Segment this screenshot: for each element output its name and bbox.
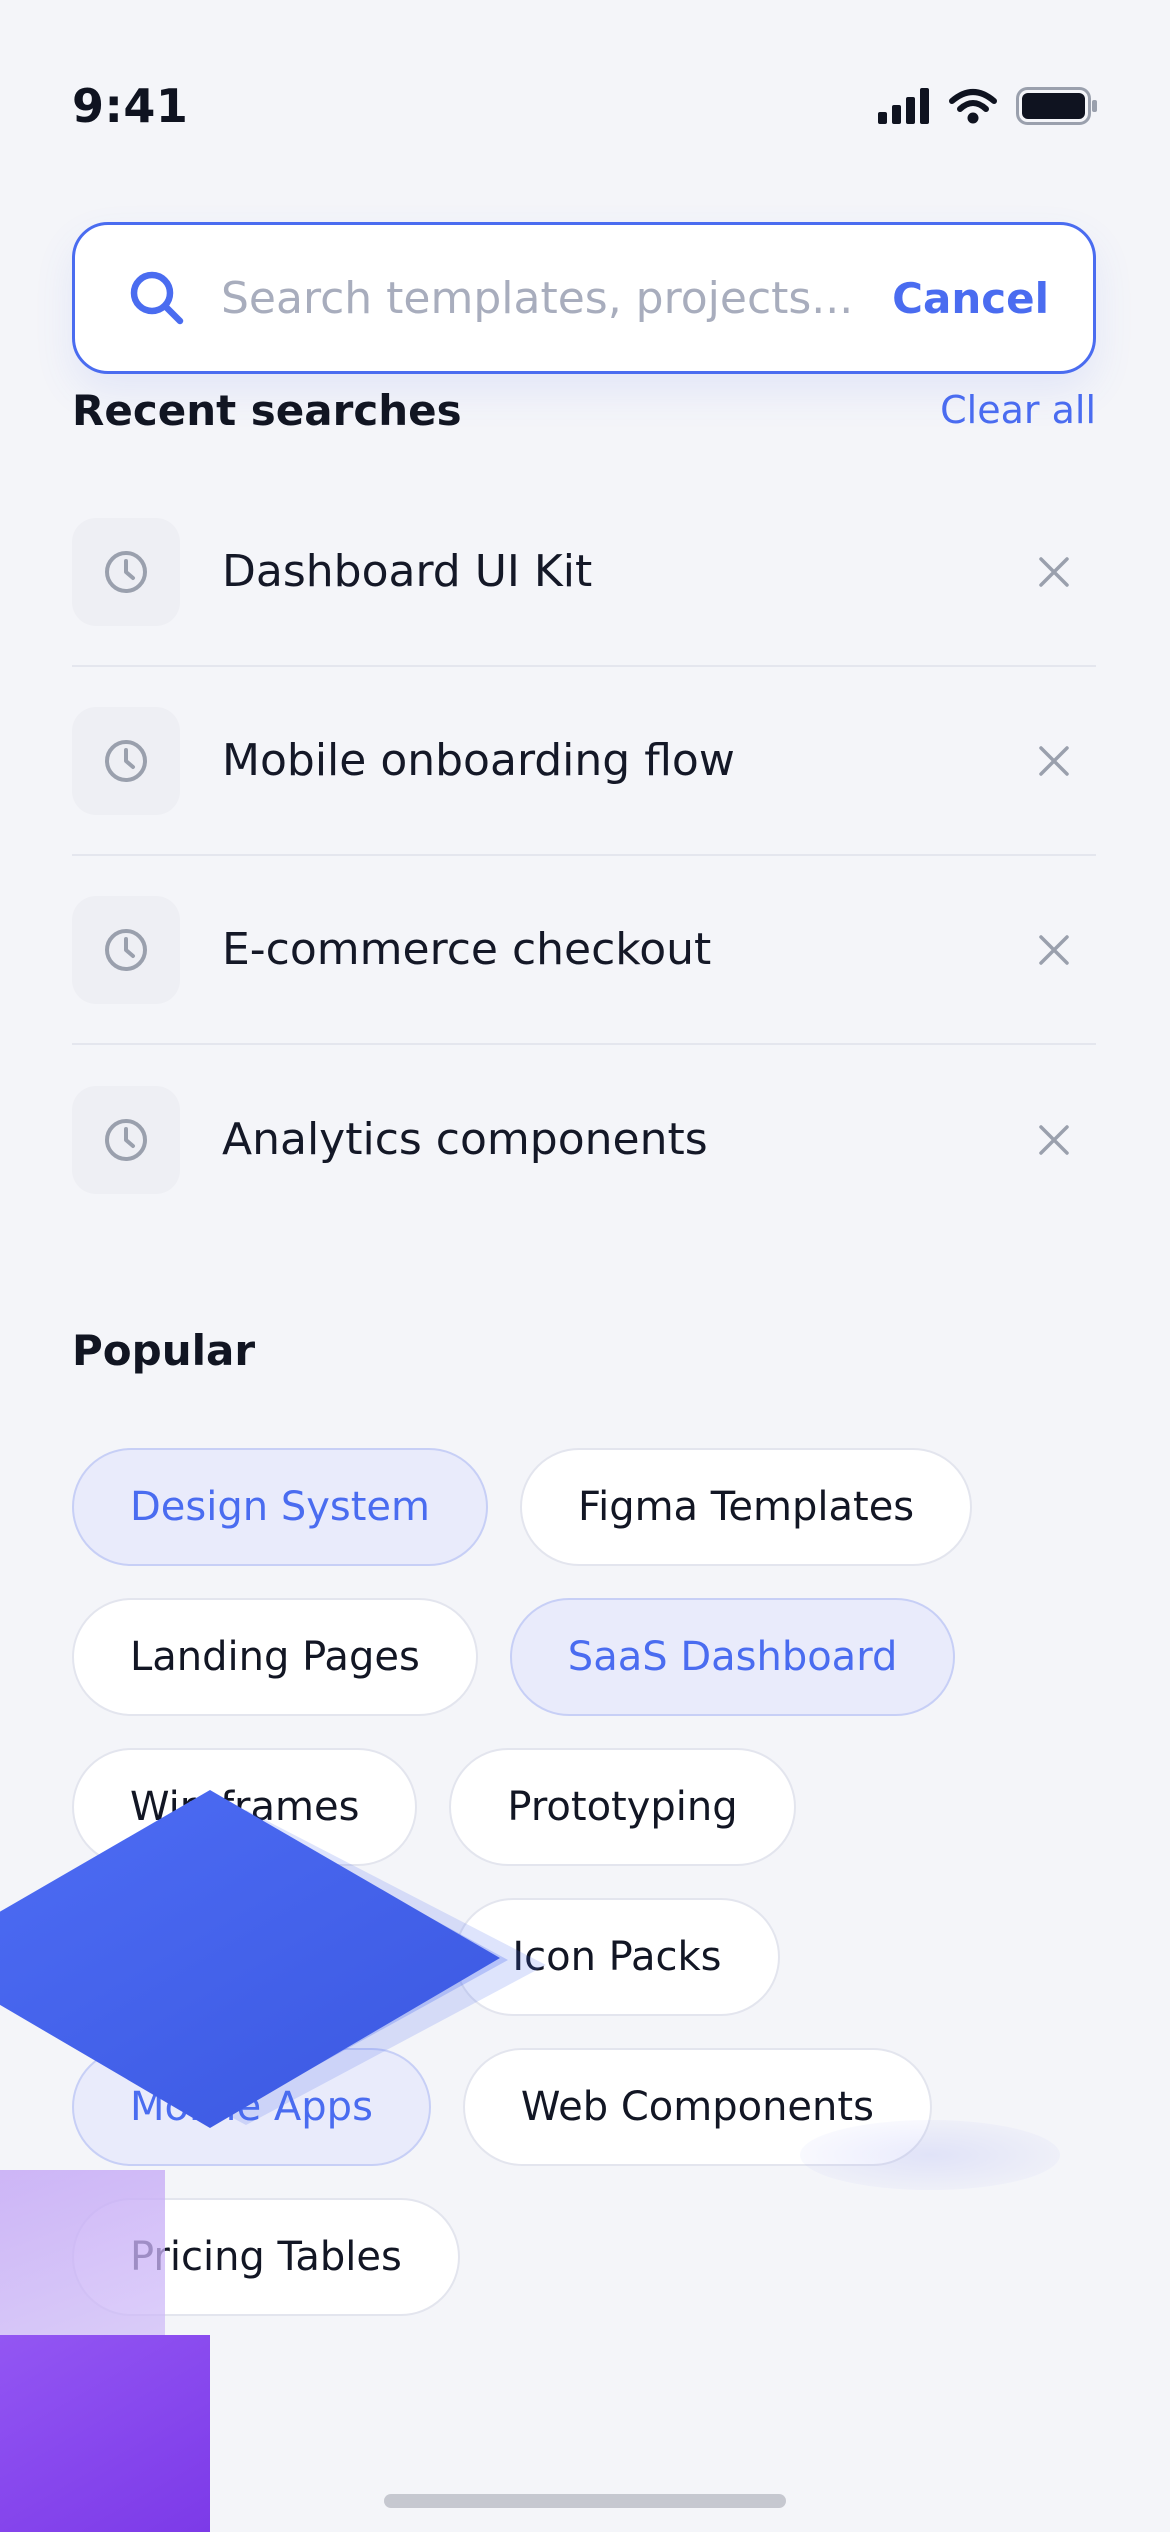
remove-search-close-icon[interactable] xyxy=(1018,725,1090,797)
recent-search-item[interactable]: Dashboard UI Kit xyxy=(72,478,1096,667)
remove-search-close-icon[interactable] xyxy=(1018,536,1090,608)
clear-all-button[interactable]: Clear all xyxy=(940,388,1096,432)
home-indicator xyxy=(384,2494,786,2508)
search-screen: 9:41 Search templates, projects... Cance… xyxy=(0,0,1170,2532)
recent-search-item[interactable]: E-commerce checkout xyxy=(72,856,1096,1045)
chip-illustrations[interactable]: Illustrations xyxy=(72,1898,423,2016)
recent-search-label: Analytics components xyxy=(222,1114,708,1165)
chip-row: Illustrations Icon Packs xyxy=(72,1898,1096,2016)
cancel-button[interactable]: Cancel xyxy=(892,274,1049,323)
remove-search-close-icon[interactable] xyxy=(1018,914,1090,986)
chip-figma-templates[interactable]: Figma Templates xyxy=(519,1448,973,1566)
clock-icon xyxy=(72,895,180,1004)
search-input[interactable] xyxy=(219,271,893,325)
status-icons xyxy=(878,87,1098,125)
chip-landing-pages[interactable]: Landing Pages xyxy=(72,1598,478,1716)
chip-row: Wireframes Prototyping xyxy=(72,1748,1096,1866)
recent-search-item[interactable]: Analytics components xyxy=(72,1045,1096,1234)
status-time: 9:41 xyxy=(72,79,189,133)
search-bar: Cancel xyxy=(72,222,1096,374)
wifi-icon xyxy=(948,87,998,125)
recent-searches-list: Dashboard UI Kit Mobile onboarding flow … xyxy=(72,478,1096,1234)
clock-icon xyxy=(72,706,180,815)
chip-row: Landing Pages SaaS Dashboard xyxy=(72,1598,1096,1716)
chip-row: Mobile Apps Web Components xyxy=(72,2048,1096,2166)
remove-search-close-icon[interactable] xyxy=(1018,1104,1090,1176)
recent-search-label: Dashboard UI Kit xyxy=(222,546,593,597)
chip-mobile-apps[interactable]: Mobile Apps xyxy=(72,2048,431,2166)
decorative-square-dark xyxy=(0,2335,210,2532)
battery-icon xyxy=(1016,87,1098,125)
chip-web-components[interactable]: Web Components xyxy=(462,2048,932,2166)
recent-searches-title: Recent searches xyxy=(72,385,462,435)
clock-icon xyxy=(72,517,180,626)
chip-wireframes[interactable]: Wireframes xyxy=(72,1748,418,1866)
search-icon xyxy=(127,268,187,328)
recent-searches-header: Recent searches Clear all xyxy=(72,378,1096,442)
clock-icon xyxy=(72,1085,180,1194)
popular-header: Popular xyxy=(72,1318,1096,1382)
cellular-signal-icon xyxy=(878,88,930,124)
chip-pricing-tables[interactable]: Pricing Tables xyxy=(72,2198,460,2316)
recent-search-item[interactable]: Mobile onboarding flow xyxy=(72,667,1096,856)
popular-title: Popular xyxy=(72,1325,256,1375)
chip-prototyping[interactable]: Prototyping xyxy=(449,1748,796,1866)
chip-saas-dashboard[interactable]: SaaS Dashboard xyxy=(509,1598,956,1716)
chip-row: Pricing Tables xyxy=(72,2198,1096,2316)
popular-chips: Design System Figma Templates Landing Pa… xyxy=(72,1448,1096,2348)
recent-search-label: Mobile onboarding flow xyxy=(222,735,735,786)
chip-design-system[interactable]: Design System xyxy=(72,1448,488,1566)
status-bar: 9:41 xyxy=(72,70,1098,142)
chip-icon-packs[interactable]: Icon Packs xyxy=(454,1898,780,2016)
chip-row: Design System Figma Templates xyxy=(72,1448,1096,1566)
recent-search-label: E-commerce checkout xyxy=(222,924,712,975)
